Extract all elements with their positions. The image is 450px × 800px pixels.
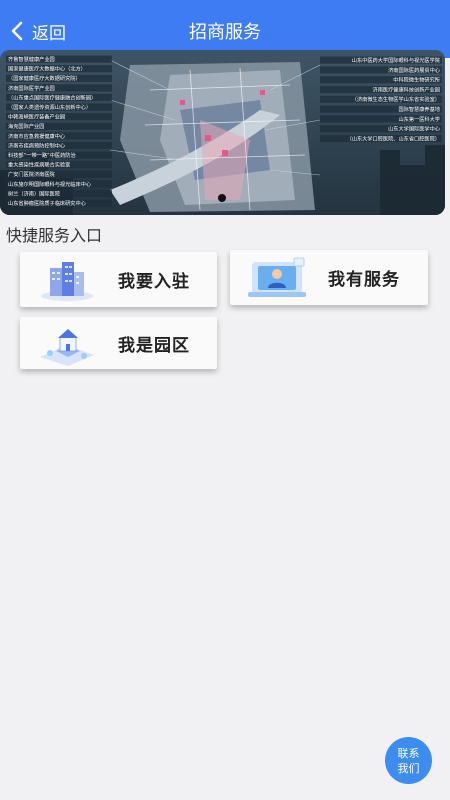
map-label: 济南国际医药展贸中心	[388, 66, 440, 74]
map-label: （国家人类遗传资源山东创新中心）	[8, 103, 91, 111]
map-label: 科技部“一带一路”中医药防治	[8, 151, 76, 159]
entry-settle-in[interactable]: 我要入驻	[20, 252, 217, 307]
map-label: 重大感染性疾病联合实验室	[8, 161, 70, 169]
map-label: 济南医疗健康科技创新产业园	[373, 85, 440, 93]
entry-label: 我有服务	[328, 270, 400, 290]
contact-us-button[interactable]: 联系 我们	[385, 737, 432, 784]
entry-park[interactable]: 我是园区	[20, 317, 217, 369]
contact-line-2: 我们	[397, 761, 420, 775]
map-label: （济南微生态生物医学山东省实验室）	[352, 95, 440, 103]
map-label: 齐鲁智慧健康产业园	[8, 55, 55, 63]
map-label: （山东重点国际医疗健康融合创新园）	[8, 93, 96, 101]
map-label: 中科院微生物研究所	[393, 76, 440, 84]
park-map-image: 齐鲁智慧健康产业园国家健康医疗大数据中心（北方）（国家健康医疗大数据研究院） 济南…	[0, 50, 445, 215]
park-map-banner[interactable]: 齐鲁智慧健康产业园国家健康医疗大数据中心（北方） （国家健康医疗大数据研究院） 济南…	[0, 50, 445, 215]
map-label: 海克国际产业园	[8, 122, 44, 130]
map-label: 济南市疾病预防控制中心	[8, 141, 65, 149]
section-title: 快捷服务入口	[6, 226, 103, 245]
park-house-icon	[40, 329, 94, 366]
map-label: 济南市应急救援健康中心	[8, 132, 65, 140]
service-person-icon	[248, 257, 306, 297]
map-label: （国家健康医疗大数据研究院）	[8, 74, 81, 82]
map-label: （山东大学口腔医院、山东省口腔医院）	[347, 134, 440, 142]
entry-have-service[interactable]: 我有服务	[230, 250, 428, 305]
buildings-icon	[41, 262, 93, 301]
map-label: 山东施尔明国际眼科与视光临床中心	[8, 180, 91, 188]
map-label: 济南国际医学产业园	[8, 84, 55, 92]
entry-label: 我是园区	[118, 335, 190, 356]
map-label: 山东中医药大学国际眼科与视光医学院	[352, 56, 441, 64]
map-label: 山东第一医科大学	[398, 115, 440, 123]
contact-line-1: 联系	[397, 746, 420, 760]
entry-label: 我要入驻	[118, 272, 190, 292]
map-label: 山东省肿瘤医院质子临床研究中心	[8, 199, 86, 207]
map-label: 树兰（济南）国际医院	[8, 189, 61, 197]
map-label: 山东大学国际医学中心	[388, 125, 440, 133]
map-label: 国家健康医疗大数据中心（北方）	[8, 65, 86, 73]
map-label: 广安门医院济南医院	[8, 170, 56, 178]
map-label: 国际智慧康养基地	[398, 105, 440, 113]
page-title: 招商服务	[189, 22, 261, 43]
map-label: 中韩海峡医疗装备产业园	[8, 113, 65, 121]
